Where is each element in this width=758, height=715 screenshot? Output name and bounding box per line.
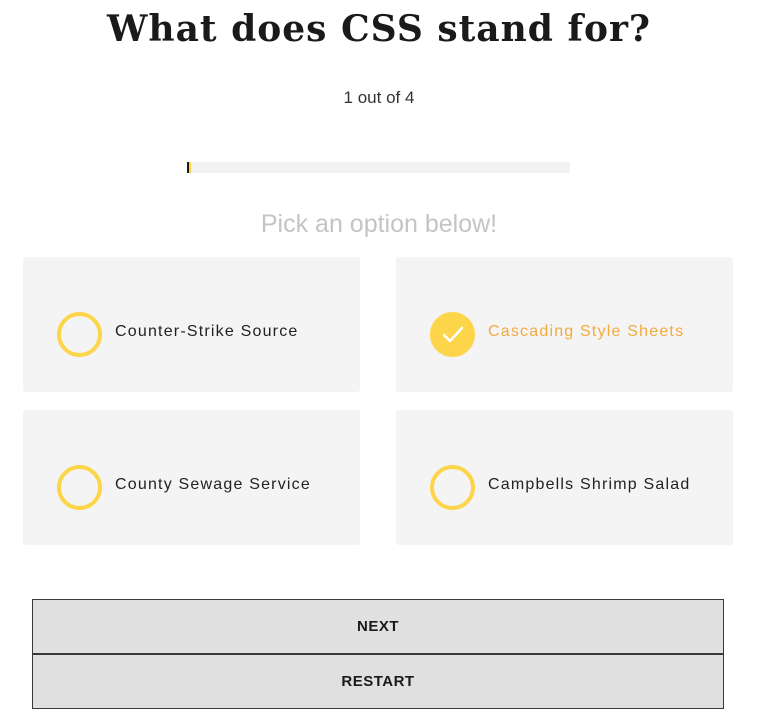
option-label: County Sewage Service [115,476,311,493]
radio-circle-icon [430,465,475,510]
option-label: Cascading Style Sheets [488,323,685,340]
next-button[interactable]: NEXT [32,599,724,654]
option-card[interactable]: Counter-Strike Source [23,257,360,392]
restart-button[interactable]: RESTART [32,654,724,709]
instruction-prompt: Pick an option below! [260,210,498,238]
checkmark-icon [430,312,475,357]
radio-circle-icon [57,312,102,357]
question-title: What does CSS stand for? [106,8,652,50]
progress-bar-fill [187,162,191,173]
option-label: Campbells Shrimp Salad [488,476,691,493]
option-card[interactable]: County Sewage Service [23,410,360,545]
radio-circle-icon [57,465,102,510]
question-counter: 1 out of 4 [343,88,415,107]
progress-bar [187,162,570,173]
option-card[interactable]: Campbells Shrimp Salad [396,410,733,545]
option-card-selected[interactable]: Cascading Style Sheets [396,257,733,392]
option-label: Counter-Strike Source [115,323,299,340]
